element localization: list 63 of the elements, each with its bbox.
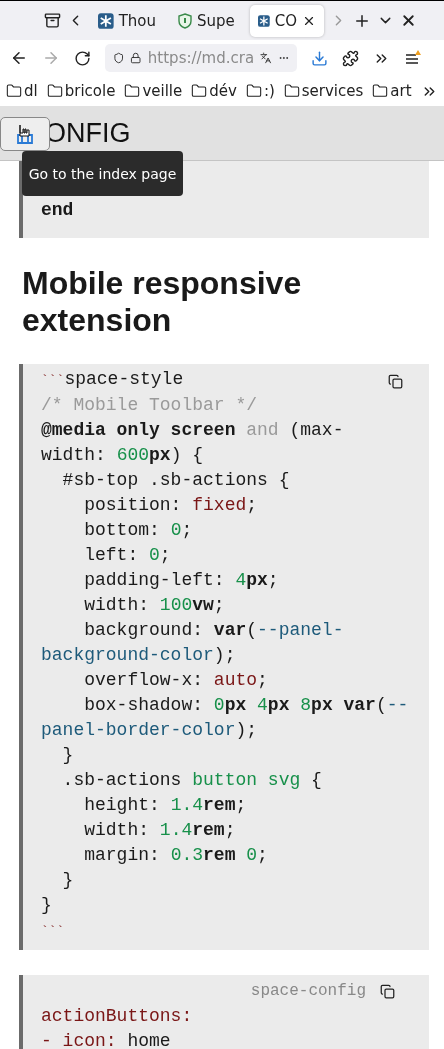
folder-icon [124,83,141,99]
tab-list-icon[interactable] [44,12,61,29]
bookmark-folder[interactable]: dév [191,82,237,100]
shield-icon [178,12,192,29]
browser-tab[interactable]: CO [250,4,324,37]
code-line: left: 0; [83,544,171,567]
copy-icon[interactable] [388,374,403,389]
copy-icon[interactable] [380,983,395,999]
code-line: overflow-x: auto; [83,669,268,692]
lock-icon[interactable] [130,50,142,66]
code-line: width: 1.4rem; [83,819,236,842]
code-line: width: 100vw; [83,594,225,617]
code-line: position: fixed; [83,494,258,517]
code-line: end [41,199,74,222]
download-icon[interactable] [311,49,328,67]
code-line: panel-border-color); [41,719,258,742]
reload-icon[interactable] [74,49,91,67]
folder-icon [372,83,389,99]
translate-icon[interactable] [260,50,272,66]
code-line: margin: 0.3rem 0; [83,844,268,867]
bookmark-folder[interactable]: :) [245,82,275,100]
code-line: - icon: home [41,1030,171,1049]
shield-icon[interactable] [113,50,125,66]
code-line: bottom: 0; [83,519,193,542]
browser-tab[interactable]: Thou [90,4,164,37]
code-line: background-color); [41,644,236,667]
index-button[interactable] [0,117,50,151]
bookmark-folder[interactable]: dl [6,82,38,100]
code-line: .sb-actions button svg { [61,769,322,792]
back-icon[interactable] [10,49,28,67]
puzzle-icon[interactable] [342,49,359,67]
folder-icon [245,83,262,99]
code-line: actionButtons: [41,1005,193,1028]
home-icon [15,123,35,145]
code-line: #sb-top .sb-actions { [61,469,290,492]
snowflake-icon [258,12,270,29]
code-line: @media only screen and (max- [41,419,344,442]
code-line: ``` [41,923,65,941]
code-line: box-shadow: 0px 4px 8px var(-- [83,694,409,717]
menu-icon[interactable] [404,49,424,67]
section-heading: Mobile responsive extension [22,265,303,339]
folder-icon [283,83,300,99]
bookmark-folder[interactable]: services [283,82,364,100]
snowflake-icon [98,12,114,29]
code-line: padding-left: 4px; [83,569,279,592]
code-line: background: var(--panel- [83,619,344,642]
code-line: } [61,869,74,892]
close-icon[interactable] [400,12,417,29]
code-line: /* Mobile Toolbar */ [41,394,258,417]
folder-icon [46,83,63,99]
folder-icon [191,83,208,99]
bookmark-folder[interactable]: veille [124,82,183,100]
bookmark-folder[interactable]: bricole [46,82,116,100]
bookmark-folder[interactable]: art [372,82,412,100]
browser-tab[interactable]: Supe [170,4,244,37]
folder-icon [6,83,22,99]
code-line: height: 1.4rem; [83,794,247,817]
code-line: ```space-style [41,368,184,391]
language-label: space-config [250,982,366,1000]
code-line: width: 600px) { [41,444,204,467]
code-line: } [61,744,74,767]
tooltip: Go to the index page [22,151,183,196]
code-line: } [41,894,52,917]
